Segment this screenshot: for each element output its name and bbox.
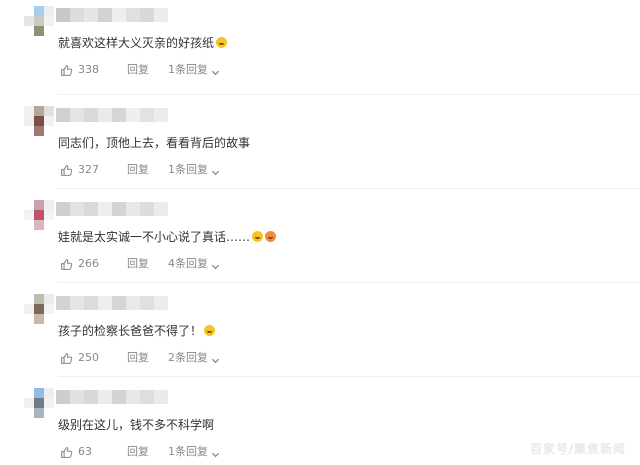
reply-button[interactable]: 回复 xyxy=(127,444,149,460)
thumbs-up-icon xyxy=(60,164,73,177)
view-replies-button[interactable]: 4条回复 xyxy=(168,256,220,272)
emoji-icon xyxy=(252,231,264,242)
replies-count-label: 1条回复 xyxy=(168,63,208,76)
replies-count-label: 2条回复 xyxy=(168,351,208,364)
chevron-down-icon xyxy=(211,260,220,269)
emoji-icon xyxy=(204,325,216,336)
comment-item: 同志们，顶他上去，看看背后的故事 327 回复 1条回复 xyxy=(0,94,640,188)
comment-feed: 就喜欢这样大义灭亲的好孩纸 338 回复 1条回复 同志们，顶他上去，看看背后的故事 32… xyxy=(0,0,640,465)
comment-body: 同志们，顶他上去，看看背后的故事 xyxy=(58,136,251,150)
replies-count-label: 4条回复 xyxy=(168,257,208,270)
comment-divider xyxy=(58,94,640,95)
reply-button[interactable]: 回复 xyxy=(127,256,149,272)
reply-button[interactable]: 回复 xyxy=(127,350,149,366)
like-button[interactable]: 63 xyxy=(60,444,92,460)
reply-button[interactable]: 回复 xyxy=(127,62,149,78)
comment-text: 孩子的检察长爸爸不得了！ xyxy=(58,323,216,339)
username-blurred[interactable] xyxy=(56,108,168,122)
view-replies-button[interactable]: 2条回复 xyxy=(168,350,220,366)
emoji-icon xyxy=(216,37,228,48)
comment-divider xyxy=(58,376,640,377)
chevron-down-icon xyxy=(211,166,220,175)
user-avatar[interactable] xyxy=(24,388,54,418)
user-avatar[interactable] xyxy=(24,6,54,36)
comment-body: 娃就是太实诚一不小心说了真话…… xyxy=(58,230,251,244)
username-blurred[interactable] xyxy=(56,8,168,22)
watermark: 百家号/聚焦新闻 xyxy=(529,442,626,456)
like-button[interactable]: 327 xyxy=(60,162,99,178)
comment-text: 就喜欢这样大义灭亲的好孩纸 xyxy=(58,35,228,51)
emoji-icon xyxy=(265,231,277,242)
chevron-down-icon xyxy=(211,448,220,457)
view-replies-button[interactable]: 1条回复 xyxy=(168,444,220,460)
comment-item: 孩子的检察长爸爸不得了！ 250 回复 2条回复 xyxy=(0,282,640,376)
thumbs-up-icon xyxy=(60,446,73,459)
thumbs-up-icon xyxy=(60,352,73,365)
like-count: 266 xyxy=(78,257,99,270)
like-count: 63 xyxy=(78,445,92,458)
user-avatar[interactable] xyxy=(24,106,54,136)
like-button[interactable]: 250 xyxy=(60,350,99,366)
like-count: 327 xyxy=(78,163,99,176)
username-blurred[interactable] xyxy=(56,390,168,404)
comment-divider xyxy=(58,282,640,283)
like-count: 250 xyxy=(78,351,99,364)
chevron-down-icon xyxy=(211,354,220,363)
view-replies-button[interactable]: 1条回复 xyxy=(168,162,220,178)
comment-divider xyxy=(58,188,640,189)
comment-text: 级别在这儿，钱不多不科学啊 xyxy=(58,417,214,433)
thumbs-up-icon xyxy=(60,258,73,271)
comment-text: 同志们，顶他上去，看看背后的故事 xyxy=(58,135,250,151)
like-count: 338 xyxy=(78,63,99,76)
comment-body: 就喜欢这样大义灭亲的好孩纸 xyxy=(58,36,215,50)
chevron-down-icon xyxy=(211,66,220,75)
comment-item: 娃就是太实诚一不小心说了真话…… 266 回复 4条回复 xyxy=(0,188,640,282)
comment-body: 孩子的检察长爸爸不得了！ xyxy=(58,324,203,338)
comment-text: 娃就是太实诚一不小心说了真话…… xyxy=(58,229,277,245)
user-avatar[interactable] xyxy=(24,294,54,324)
comment-body: 级别在这儿，钱不多不科学啊 xyxy=(58,418,215,432)
user-avatar[interactable] xyxy=(24,200,54,230)
view-replies-button[interactable]: 1条回复 xyxy=(168,62,220,78)
like-button[interactable]: 266 xyxy=(60,256,99,272)
username-blurred[interactable] xyxy=(56,296,168,310)
like-button[interactable]: 338 xyxy=(60,62,99,78)
username-blurred[interactable] xyxy=(56,202,168,216)
replies-count-label: 1条回复 xyxy=(168,163,208,176)
reply-button[interactable]: 回复 xyxy=(127,162,149,178)
replies-count-label: 1条回复 xyxy=(168,445,208,458)
thumbs-up-icon xyxy=(60,64,73,77)
comment-item: 就喜欢这样大义灭亲的好孩纸 338 回复 1条回复 xyxy=(0,0,640,94)
